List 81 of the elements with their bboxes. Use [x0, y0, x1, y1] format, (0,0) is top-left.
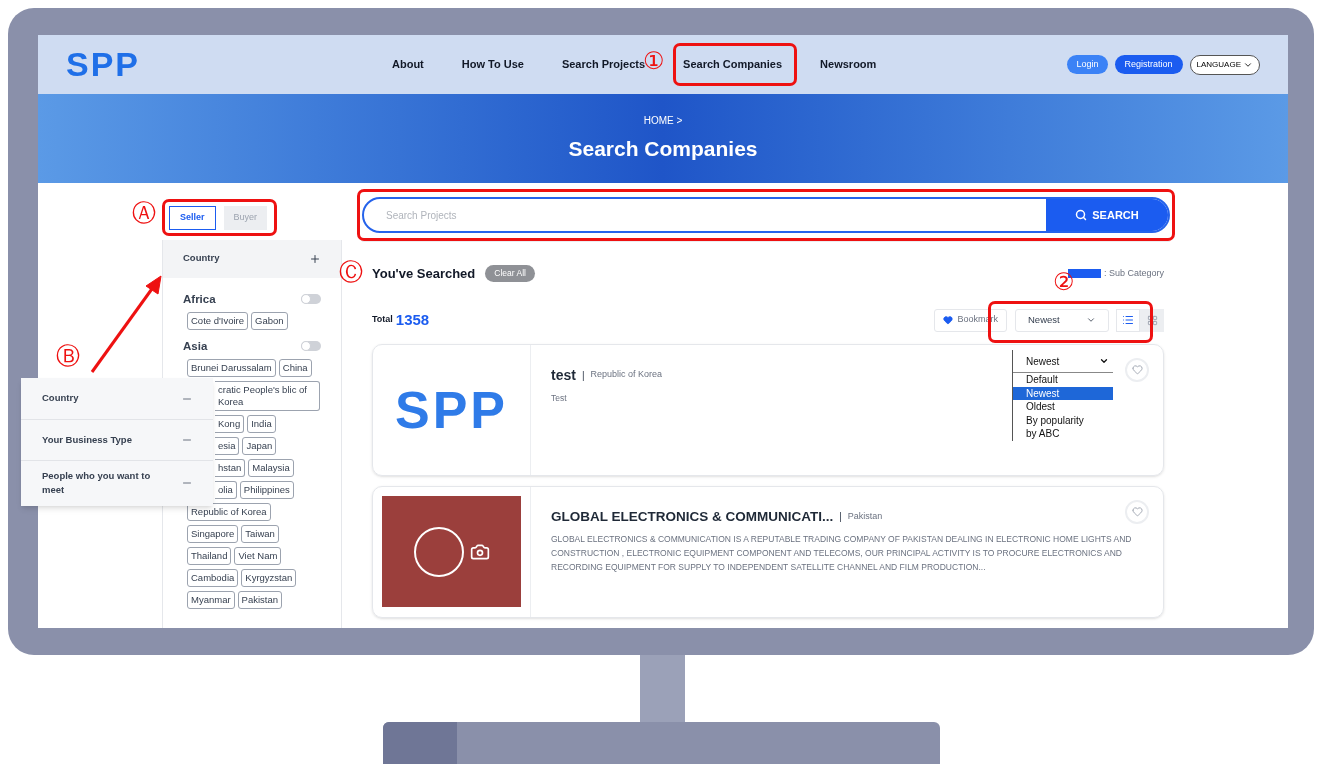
company-card[interactable]: [372, 485, 1164, 618]
nav-link[interactable]: Newsroom: [820, 56, 877, 73]
company-logo: SPP: [394, 379, 509, 441]
company-country: Pakistan: [847, 509, 883, 523]
country-tag[interactable]: Philippines: [239, 481, 294, 499]
sort-select[interactable]: Newest: [1013, 350, 1113, 373]
country-tag[interactable]: Brunei Darussalam: [187, 359, 276, 377]
monitor-neck: [640, 655, 685, 722]
annotation-marker: ①: [643, 47, 665, 75]
company-description: Test: [551, 391, 567, 405]
sort-option[interactable]: by ABC: [1013, 427, 1113, 441]
search-icon: [1075, 209, 1088, 221]
country-tag[interactable]: cratic People's blic of Korea: [215, 381, 320, 411]
page-title: Search Companies: [568, 135, 758, 162]
caret-icon: [1086, 315, 1096, 325]
separator: |: [581, 368, 585, 383]
country-tag[interactable]: India: [247, 415, 276, 433]
role-tab[interactable]: Seller: [169, 206, 216, 230]
login-button[interactable]: Login: [1067, 54, 1108, 75]
sort-option[interactable]: By popularity: [1013, 413, 1113, 427]
annotation-marker: ②: [1053, 268, 1075, 296]
annotation-marker: Ⓑ: [56, 342, 80, 370]
list-icon: [1122, 314, 1134, 326]
country-tag[interactable]: China: [278, 359, 312, 377]
country-tag[interactable]: Kyrgyzstan: [241, 569, 297, 587]
search-field[interactable]: Search Projects: [364, 207, 1046, 223]
country-tag[interactable]: Kong: [215, 415, 245, 433]
country-tag[interactable]: olia: [215, 481, 237, 499]
nav-link[interactable]: Search Companies: [683, 56, 783, 73]
search-bar[interactable]: Search Projects SEARCH: [362, 197, 1170, 233]
country-tag[interactable]: Malaysia: [248, 459, 294, 477]
country-tag[interactable]: Thailand: [187, 547, 232, 565]
country-tag[interactable]: hstan: [215, 459, 246, 477]
bookmark-heart-button[interactable]: [1125, 499, 1149, 524]
section-title: You've Searched: [372, 265, 476, 283]
annotation-marker: Ⓐ: [132, 199, 156, 227]
company-name[interactable]: GLOBAL ELECTRONICS & COMMUNICATI...: [551, 506, 834, 527]
total-count: 1358: [395, 309, 430, 330]
legend-label: : Sub Category: [1103, 267, 1164, 280]
region-heading: Asia: [183, 338, 208, 354]
country-tag[interactable]: esia: [215, 437, 240, 455]
country-tag[interactable]: Cambodia: [187, 569, 239, 587]
company-name[interactable]: test: [551, 364, 576, 386]
country-tag[interactable]: Gabon: [251, 311, 288, 330]
accordion-header[interactable]: People who you want to meet: [21, 460, 213, 506]
caret-icon: [1099, 356, 1109, 366]
toggle-switch[interactable]: [301, 341, 321, 352]
accordion-header[interactable]: Your Business Type: [21, 419, 213, 460]
heart-icon: [1131, 364, 1143, 375]
sort-option[interactable]: Oldest: [1013, 400, 1113, 414]
list-view-button[interactable]: [1116, 308, 1140, 332]
annotation-marker: Ⓒ: [339, 258, 363, 286]
country-tag[interactable]: Japan: [242, 437, 277, 455]
sort-option[interactable]: Default: [1013, 373, 1113, 387]
registration-button[interactable]: Registration: [1114, 54, 1183, 75]
sort-select[interactable]: Newest: [1015, 308, 1109, 332]
country-tag[interactable]: Pakistan: [237, 591, 283, 609]
country-tag[interactable]: Viet Nam: [234, 547, 282, 565]
separator: |: [839, 510, 842, 525]
grid-icon: [1146, 314, 1158, 326]
nav-link[interactable]: Search Projects: [561, 56, 646, 73]
toggle-switch[interactable]: [301, 294, 321, 305]
breadcrumb[interactable]: HOME >: [643, 112, 683, 128]
nav-link[interactable]: How To Use: [461, 56, 524, 73]
accordion-header[interactable]: Country: [21, 378, 213, 419]
company-description: GLOBAL ELECTRONICS & COMMUNICATION IS A REPUTABLE TRADING COMPANY OF PAKISTAN DEALING IN ELECTRONIC HOME LIGHTS AND CONSTRUCTION , ELECTRONIC EQUIPMENT COMPONENT AND TELECOMS, OUR PRINCIPAL ACTIVITY IS TO PROCURE ELECTRONICS AND RECORDING EQUIPMENT FOR SUPPLY TO INDEPENDENT SATELLITE CHANNEL AND FILM PRODUCTION...: [551, 532, 1133, 574]
sort-option[interactable]: Newest: [1013, 386, 1113, 400]
heart-icon: [1131, 506, 1143, 517]
language-dropdown[interactable]: LANGUAGE: [1189, 54, 1260, 75]
country-tag[interactable]: Taiwan: [241, 525, 279, 543]
company-country: Republic of Korea: [590, 368, 663, 382]
total-label: Total: [372, 313, 393, 327]
search-button[interactable]: SEARCH: [1046, 199, 1168, 231]
heart-icon: [943, 315, 954, 325]
plus-icon: [309, 252, 321, 265]
country-tag[interactable]: Cote d'Ivoire: [187, 311, 249, 330]
bookmark-heart-button[interactable]: [1125, 357, 1149, 382]
country-tag[interactable]: Myanmar: [187, 591, 235, 609]
country-tag[interactable]: Singapore: [187, 525, 239, 543]
region-heading: Africa: [183, 291, 216, 307]
nav-link[interactable]: About: [392, 56, 424, 73]
